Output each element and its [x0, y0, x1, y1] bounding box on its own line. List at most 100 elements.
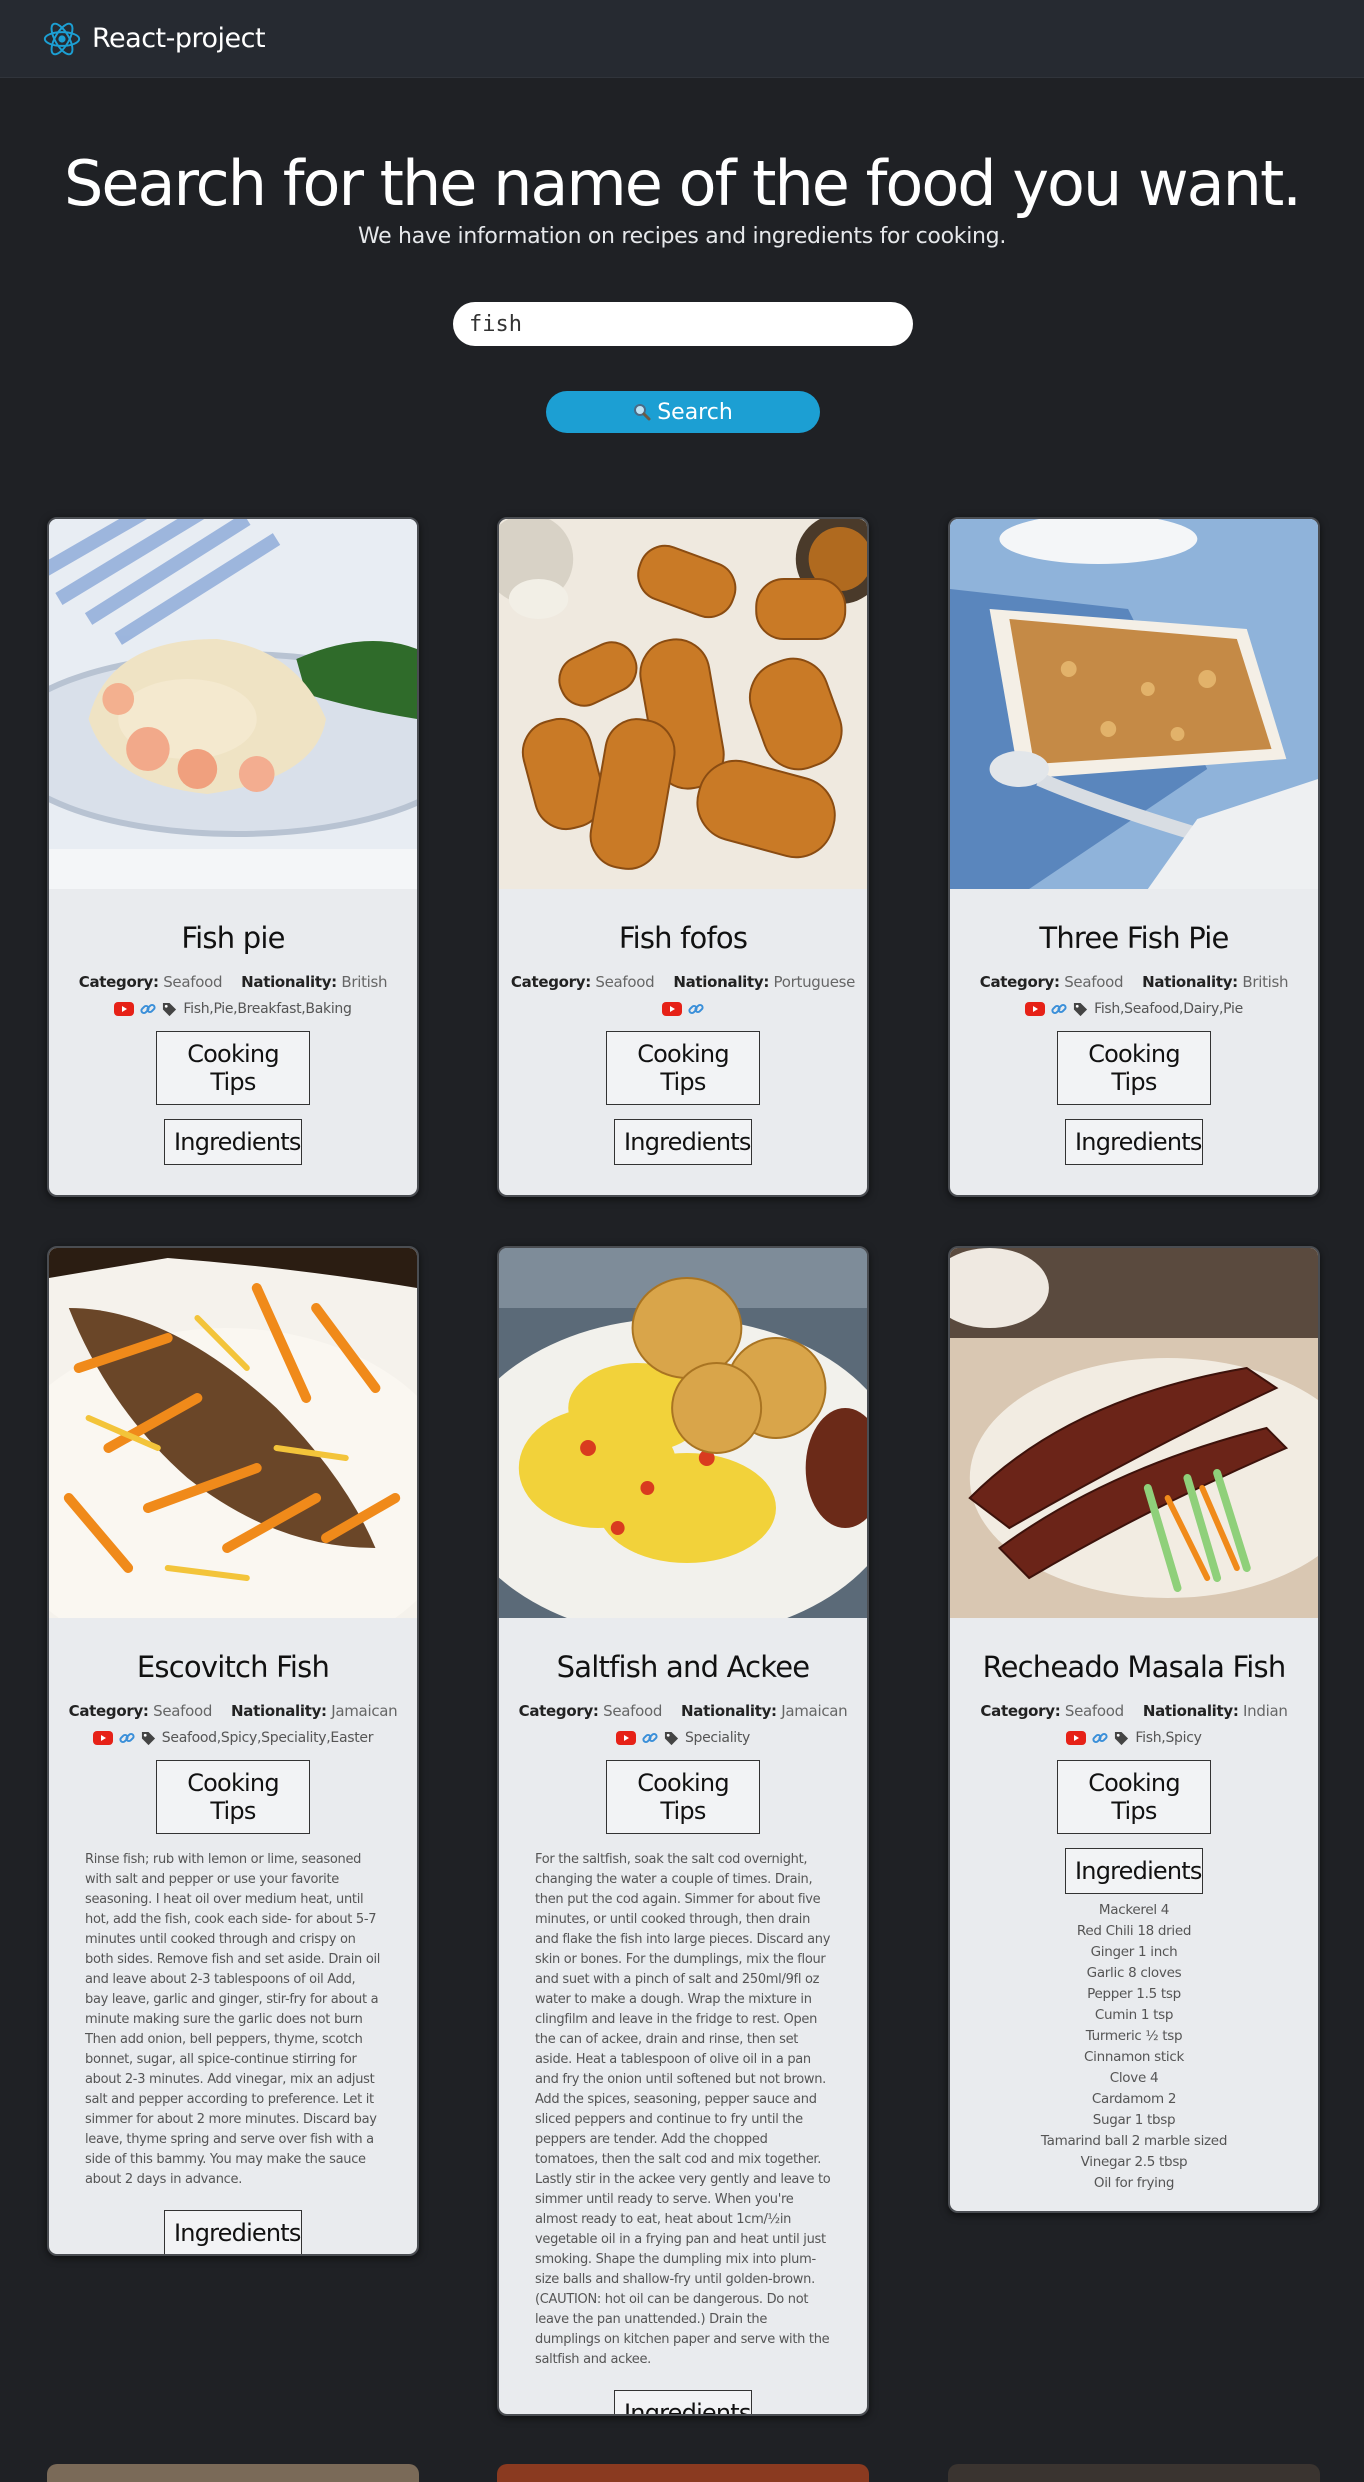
ingredients-button[interactable]: Ingredients: [614, 1119, 752, 1165]
cooking-tips-button[interactable]: Cooking Tips: [606, 1760, 760, 1834]
ingredients-button[interactable]: Ingredients: [1065, 1848, 1203, 1894]
cooking-tips-button[interactable]: Cooking Tips: [606, 1031, 760, 1105]
search-input[interactable]: [453, 302, 913, 346]
ingredient-item: Turmeric ½ tsp: [1085, 2028, 1183, 2044]
tag-icon: [1073, 1002, 1088, 1017]
meal-meta: Category: Seafood Nationality: Jamaican: [49, 1702, 417, 1720]
meal-links-row: Fish,Spicy: [950, 1730, 1318, 1746]
nationality-value: Jamaican: [781, 1702, 848, 1720]
nationality-label: Nationality:: [681, 1702, 777, 1720]
category-value: Seafood: [1064, 1702, 1124, 1720]
meal-card: Saltfish and Ackee Category: Seafood Nat…: [497, 1246, 869, 2416]
ingredient-item: Garlic 8 cloves: [1086, 1965, 1182, 1981]
link-icon[interactable]: [688, 1001, 704, 1017]
category-label: Category:: [78, 973, 159, 991]
cooking-tips-button[interactable]: Cooking Tips: [156, 1760, 310, 1834]
meal-tags: Fish,Pie,Breakfast,Baking: [183, 1001, 352, 1017]
cooking-tips-button[interactable]: Cooking Tips: [156, 1031, 310, 1105]
category-label: Category:: [979, 973, 1060, 991]
ingredient-item: Ginger 1 inch: [1090, 1944, 1178, 1960]
meal-title: Fish pie: [181, 921, 285, 955]
meal-title: Fish fofos: [618, 921, 748, 955]
meal-meta: Category: Seafood Nationality: Indian: [950, 1702, 1318, 1720]
meal-card: Escovitch Fish Category: Seafood Nationa…: [47, 1246, 419, 2256]
category-label: Category:: [510, 973, 591, 991]
link-icon[interactable]: [119, 1730, 135, 1746]
nationality-label: Nationality:: [1142, 973, 1238, 991]
youtube-icon[interactable]: [1066, 1731, 1087, 1745]
category-value: Seafood: [1064, 973, 1124, 991]
nationality-value: Indian: [1243, 1702, 1288, 1720]
meal-links-row: Fish,Seafood,Dairy,Pie: [950, 1001, 1318, 1017]
nationality-label: Nationality:: [1142, 1702, 1239, 1720]
cooking-instructions: For the saltfish, soak the salt cod over…: [535, 1852, 831, 2367]
react-logo-icon: [43, 22, 81, 55]
meal-tags: Fish,Spicy: [1135, 1730, 1202, 1746]
page-subtitle: We have information on recipes and ingre…: [357, 224, 1007, 249]
ingredients-button[interactable]: Ingredients: [164, 1119, 302, 1165]
ingredient-item: Sugar 1 tbsp: [1092, 2112, 1176, 2128]
ingredient-item: Oil for frying: [1093, 2175, 1175, 2191]
hero: Search for the name of the food you want…: [0, 147, 1364, 250]
ingredient-item: Cardamom 2: [1091, 2091, 1177, 2107]
meal-title: Escovitch Fish: [136, 1650, 330, 1684]
meal-meta: Category: Seafood Nationality: British: [49, 973, 417, 991]
next-card-edge: [47, 2464, 419, 2482]
nationality-value: British: [1242, 973, 1289, 991]
link-icon[interactable]: [642, 1730, 658, 1746]
cooking-instructions: Rinse fish; rub with lemon or lime, seas…: [85, 1852, 381, 2187]
meal-photo: [49, 519, 417, 889]
tag-icon: [162, 1002, 177, 1017]
youtube-icon[interactable]: [114, 1002, 135, 1016]
nationality-value: British: [341, 973, 388, 991]
link-icon[interactable]: [1051, 1001, 1067, 1017]
ingredient-item: Mackerel 4: [1098, 1902, 1170, 1918]
meal-card: Recheado Masala Fish Category: Seafood N…: [948, 1246, 1320, 2213]
ingredient-item: Cinnamon stick: [1084, 2049, 1184, 2065]
ingredient-item: Pepper 1.5 tsp: [1087, 1986, 1181, 2002]
youtube-icon[interactable]: [662, 1002, 682, 1016]
meal-photo: [499, 519, 867, 889]
meal-title: Saltfish and Ackee: [556, 1650, 810, 1684]
youtube-icon[interactable]: [615, 1731, 636, 1745]
category-value: Seafood: [595, 973, 655, 991]
meal-tags: Speciality: [684, 1730, 751, 1746]
meal-meta: Category: Seafood Nationality: British: [950, 973, 1318, 991]
search-button[interactable]: Search: [546, 391, 820, 433]
ingredient-item: Cumin 1 tsp: [1094, 2007, 1174, 2023]
tag-icon: [141, 1731, 156, 1746]
ingredients-button[interactable]: Ingredients: [164, 2210, 302, 2254]
youtube-icon[interactable]: [92, 1731, 113, 1745]
ingredients-button[interactable]: Ingredients: [614, 2390, 752, 2414]
link-icon[interactable]: [140, 1001, 156, 1017]
ingredient-item: Vinegar 2.5 tbsp: [1080, 2154, 1188, 2170]
youtube-icon[interactable]: [1025, 1002, 1046, 1016]
nationality-label: Nationality:: [673, 973, 770, 991]
meal-tags: Seafood,Spicy,Speciality,Easter: [161, 1730, 374, 1746]
category-label: Category:: [518, 1702, 599, 1720]
meal-photo: [950, 1248, 1318, 1618]
tag-icon: [1114, 1731, 1129, 1746]
meal-card: Fish pie Category: Seafood Nationality: …: [47, 517, 419, 1197]
meal-photo: [950, 519, 1318, 889]
navbar: React-project: [0, 0, 1364, 78]
meal-card: Fish fofos Category: Seafood Nationality…: [497, 517, 869, 1197]
meal-meta: Category: Seafood Nationality: Jamaican: [499, 1702, 867, 1720]
ingredient-item: Clove 4: [1109, 2070, 1159, 2086]
meal-links-row: Fish,Pie,Breakfast,Baking: [49, 1001, 417, 1017]
meal-links-row: [499, 1001, 867, 1017]
meal-meta: Category: Seafood Nationality: Portugues…: [499, 973, 867, 991]
meal-links-row: Speciality: [499, 1730, 867, 1746]
meal-tags: Fish,Seafood,Dairy,Pie: [1094, 1001, 1243, 1017]
brand-link[interactable]: React-project: [42, 21, 266, 57]
link-icon[interactable]: [1092, 1730, 1108, 1746]
nationality-value: Jamaican: [331, 1702, 398, 1720]
cooking-tips-button[interactable]: Cooking Tips: [1057, 1760, 1211, 1834]
search-button-label: Search: [657, 399, 733, 425]
ingredients-button[interactable]: Ingredients: [1065, 1119, 1203, 1165]
cooking-tips-button[interactable]: Cooking Tips: [1057, 1031, 1211, 1105]
category-value: Seafood: [153, 1702, 213, 1720]
page-title: Search for the name of the food you want…: [64, 147, 1302, 220]
ingredient-item: Tamarind ball 2 marble sized: [1040, 2133, 1228, 2149]
meal-photo: [49, 1248, 417, 1618]
